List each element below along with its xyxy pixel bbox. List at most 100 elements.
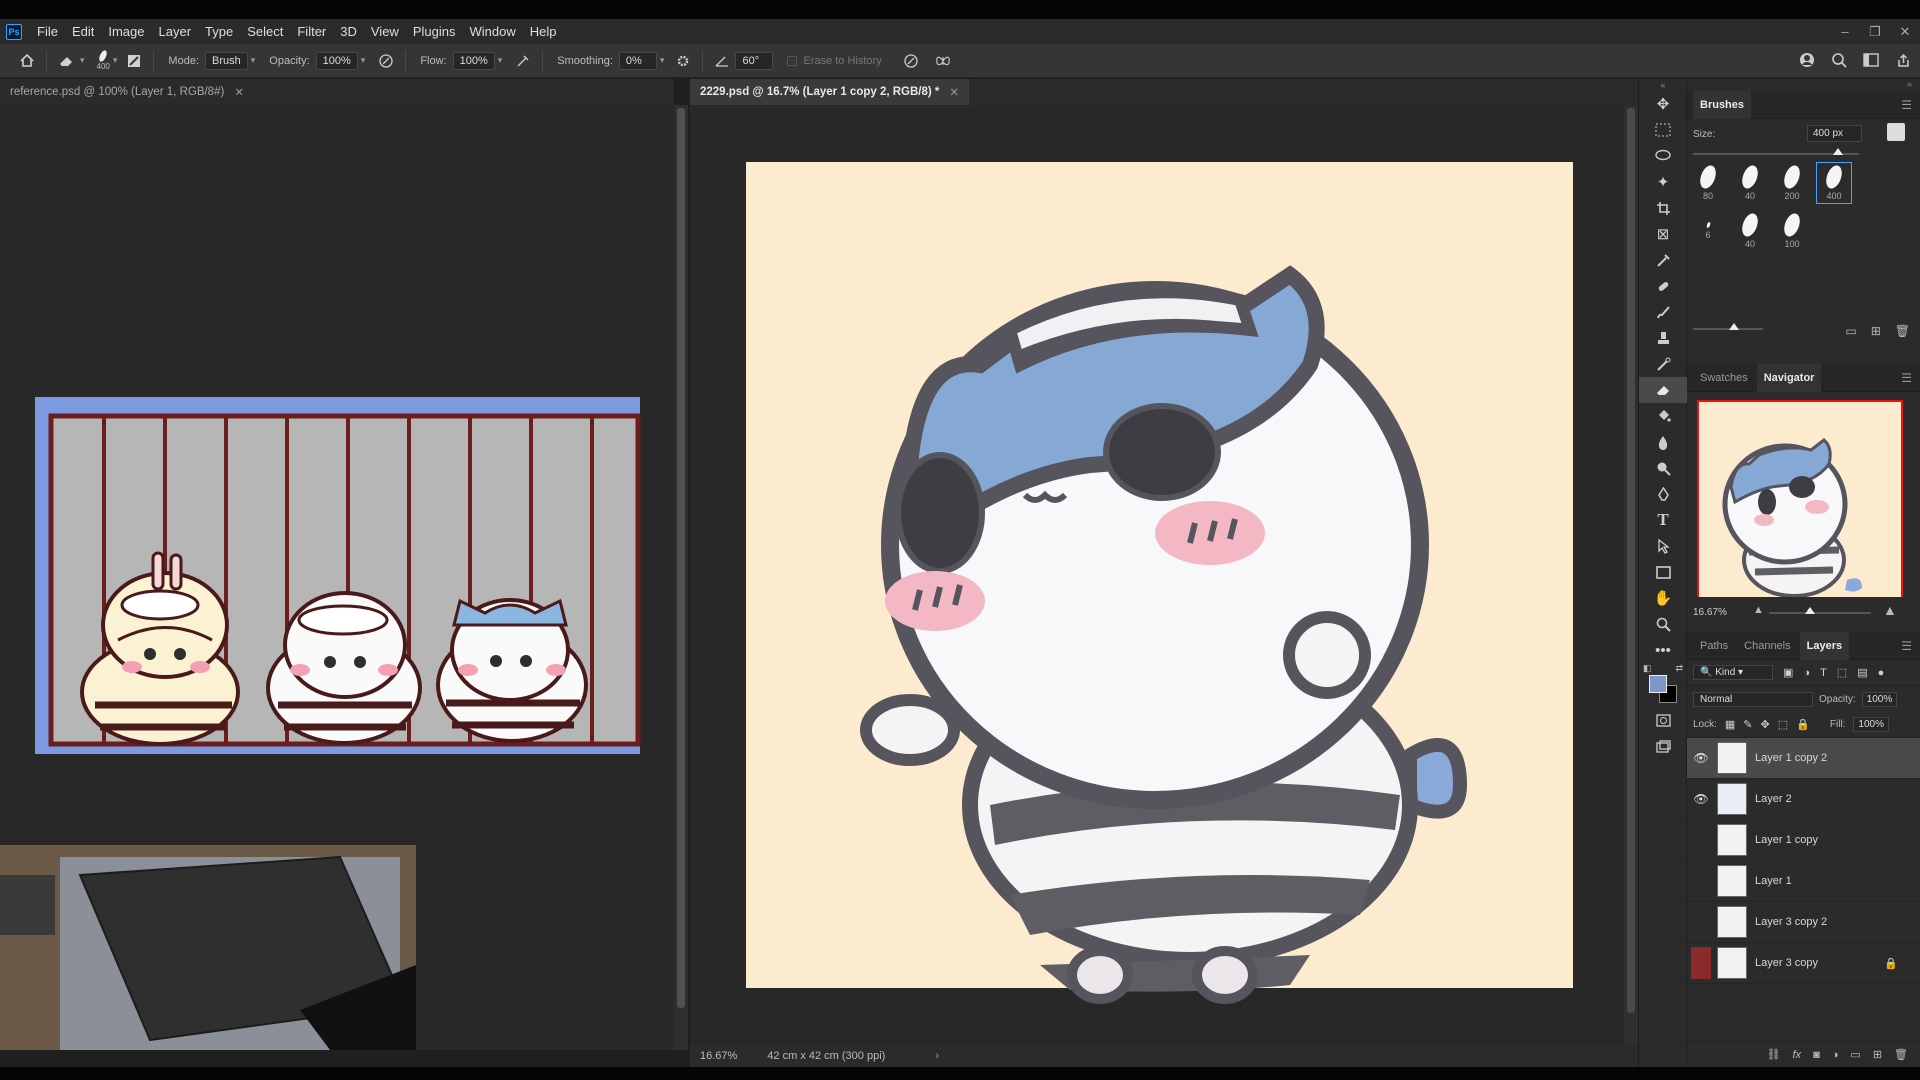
menu-image[interactable]: Image bbox=[101, 24, 151, 39]
tab-brushes[interactable]: Brushes bbox=[1693, 90, 1752, 119]
slider-thumb[interactable] bbox=[1833, 148, 1843, 155]
collapse-toolbar-icon[interactable]: « bbox=[1639, 79, 1687, 91]
menu-select[interactable]: Select bbox=[240, 24, 290, 39]
canvas-vertical-scrollbar[interactable] bbox=[1624, 105, 1638, 1045]
blur-tool-icon[interactable] bbox=[1639, 429, 1687, 455]
workspace-switcher-icon[interactable] bbox=[1860, 49, 1882, 71]
restore-button[interactable]: ❐ bbox=[1860, 19, 1890, 44]
lasso-tool-icon[interactable] bbox=[1639, 143, 1687, 169]
brush-size-input[interactable]: 400 px bbox=[1807, 125, 1862, 142]
delete-brush-trash-icon[interactable]: 🗑 bbox=[1895, 324, 1910, 338]
foreground-color-swatch[interactable] bbox=[1649, 675, 1667, 693]
panel-menu-icon[interactable]: ☰ bbox=[1901, 98, 1912, 112]
brush-angle-input[interactable]: 60° bbox=[735, 51, 774, 70]
menu-window[interactable]: Window bbox=[462, 24, 522, 39]
layer-row[interactable]: Layer 1 bbox=[1687, 861, 1920, 902]
flow-input[interactable]: 100% bbox=[452, 51, 495, 70]
lock-transparency-icon[interactable]: ▦ bbox=[1725, 718, 1735, 731]
visibility-eye-icon[interactable]: 👁 bbox=[1687, 751, 1715, 765]
close-tab-icon[interactable]: ✕ bbox=[949, 85, 959, 99]
brush-preset[interactable]: 100 bbox=[1775, 211, 1809, 251]
brush-settings-icon[interactable] bbox=[123, 50, 145, 72]
layer-fill-input[interactable]: 100% bbox=[1853, 717, 1889, 732]
lock-position-icon[interactable]: ✥ bbox=[1761, 718, 1770, 731]
slider-thumb[interactable] bbox=[1805, 607, 1815, 614]
main-canvas-area[interactable] bbox=[690, 105, 1624, 1045]
layer-kind-filter-select[interactable]: 🔍 Kind ▾ bbox=[1693, 665, 1773, 680]
artwork-canvas[interactable] bbox=[746, 162, 1573, 1004]
magic-wand-tool-icon[interactable]: ✦ bbox=[1639, 169, 1687, 195]
home-icon[interactable] bbox=[16, 50, 38, 72]
scroll-thumb[interactable] bbox=[677, 108, 685, 1008]
lock-pixels-brush-icon[interactable]: ✎ bbox=[1743, 718, 1752, 731]
layer-row[interactable]: Layer 3 copy 🔒 bbox=[1687, 943, 1920, 984]
layer-name[interactable]: Layer 3 copy bbox=[1755, 957, 1818, 969]
screen-mode-icon[interactable] bbox=[1639, 733, 1687, 759]
minimize-button[interactable]: – bbox=[1830, 19, 1860, 44]
collapse-panels-icon[interactable]: » bbox=[1687, 79, 1920, 91]
filter-toggle-icon[interactable]: ● bbox=[1878, 667, 1885, 679]
crop-tool-icon[interactable] bbox=[1639, 195, 1687, 221]
menu-view[interactable]: View bbox=[364, 24, 406, 39]
smart-object-filter-icon[interactable]: ▤ bbox=[1857, 666, 1867, 679]
tab-reference-document[interactable]: reference.psd @ 100% (Layer 1, RGB/8#) ✕ bbox=[0, 79, 254, 105]
tab-swatches[interactable]: Swatches bbox=[1693, 364, 1755, 392]
layer-name[interactable]: Layer 1 copy bbox=[1755, 834, 1818, 846]
brush-preset-dropdown-icon[interactable]: ▾ bbox=[113, 55, 118, 66]
airbrush-icon[interactable] bbox=[512, 50, 534, 72]
layer-row[interactable]: 👁 Layer 1 copy 2 bbox=[1687, 738, 1920, 779]
visibility-eye-icon[interactable]: 👁 bbox=[1687, 792, 1715, 806]
lock-all-icon[interactable]: 🔒 bbox=[1796, 718, 1810, 731]
tab-main-document[interactable]: 2229.psd @ 16.7% (Layer 1 copy 2, RGB/8)… bbox=[690, 79, 970, 105]
marquee-tool-icon[interactable] bbox=[1639, 117, 1687, 143]
reference-vertical-scrollbar[interactable] bbox=[674, 105, 688, 1050]
type-tool-icon[interactable]: T bbox=[1639, 507, 1687, 533]
scroll-thumb[interactable] bbox=[1627, 108, 1635, 1013]
pressure-opacity-icon[interactable] bbox=[375, 50, 397, 72]
brush-preset-picker[interactable]: 400 bbox=[97, 49, 110, 71]
smoothing-options-gear-icon[interactable] bbox=[672, 50, 694, 72]
tab-channels[interactable]: Channels bbox=[1737, 632, 1797, 660]
status-menu-arrow-icon[interactable]: › bbox=[935, 1050, 939, 1062]
navigator-thumbnail[interactable] bbox=[1687, 392, 1920, 597]
layer-name[interactable]: Layer 1 copy 2 bbox=[1755, 752, 1827, 764]
layer-row[interactable]: Layer 1 copy bbox=[1687, 820, 1920, 861]
menu-type[interactable]: Type bbox=[198, 24, 240, 39]
move-tool-icon[interactable]: ✥ bbox=[1639, 91, 1687, 117]
brush-preset[interactable]: 6 bbox=[1691, 211, 1725, 251]
mode-dropdown-icon[interactable]: ▾ bbox=[251, 55, 256, 66]
layer-row[interactable]: 👁 Layer 2 bbox=[1687, 779, 1920, 820]
healing-brush-tool-icon[interactable] bbox=[1639, 273, 1687, 299]
erase-to-history-checkbox[interactable] bbox=[787, 55, 798, 66]
panel-menu-icon[interactable]: ☰ bbox=[1901, 639, 1912, 653]
new-brush-icon[interactable] bbox=[1887, 123, 1905, 141]
hand-tool-icon[interactable]: ✋ bbox=[1639, 585, 1687, 611]
default-colors-icon[interactable]: ◧ bbox=[1643, 663, 1652, 674]
zoom-out-mountain-icon[interactable]: ▲ bbox=[1753, 604, 1764, 616]
brush-preset-selected[interactable]: 400 bbox=[1816, 162, 1852, 204]
new-brush-plus-icon[interactable]: ⊞ bbox=[1871, 324, 1881, 338]
pixel-filter-icon[interactable]: ▣ bbox=[1783, 666, 1793, 679]
menu-filter[interactable]: Filter bbox=[290, 24, 333, 39]
visibility-toggle-empty[interactable] bbox=[1691, 947, 1711, 979]
photoshop-logo-icon[interactable]: Ps bbox=[6, 23, 22, 40]
quick-mask-icon[interactable] bbox=[1639, 707, 1687, 733]
reference-document-area[interactable] bbox=[0, 105, 674, 1050]
lock-artboard-icon[interactable]: ⬚ bbox=[1778, 718, 1788, 731]
swap-colors-icon[interactable]: ⇄ bbox=[1675, 663, 1683, 674]
layer-name[interactable]: Layer 1 bbox=[1755, 875, 1792, 887]
history-brush-tool-icon[interactable] bbox=[1639, 351, 1687, 377]
frame-tool-icon[interactable]: ⊠ bbox=[1639, 221, 1687, 247]
layer-name[interactable]: Layer 2 bbox=[1755, 793, 1792, 805]
adjustment-layer-icon[interactable]: ◑ bbox=[1832, 1049, 1839, 1061]
pen-tool-icon[interactable] bbox=[1639, 481, 1687, 507]
layer-style-fx-icon[interactable]: fx bbox=[1793, 1049, 1802, 1061]
menu-layer[interactable]: Layer bbox=[152, 24, 199, 39]
smoothing-dropdown-icon[interactable]: ▾ bbox=[660, 55, 665, 66]
eraser-tool-icon[interactable] bbox=[1639, 377, 1687, 403]
clone-stamp-tool-icon[interactable] bbox=[1639, 325, 1687, 351]
layer-row[interactable]: Layer 3 copy 2 bbox=[1687, 902, 1920, 943]
brush-preset[interactable]: 40 bbox=[1733, 163, 1767, 203]
mode-select[interactable]: Brush bbox=[205, 51, 248, 70]
delete-layer-trash-icon[interactable]: 🗑 bbox=[1894, 1048, 1908, 1061]
